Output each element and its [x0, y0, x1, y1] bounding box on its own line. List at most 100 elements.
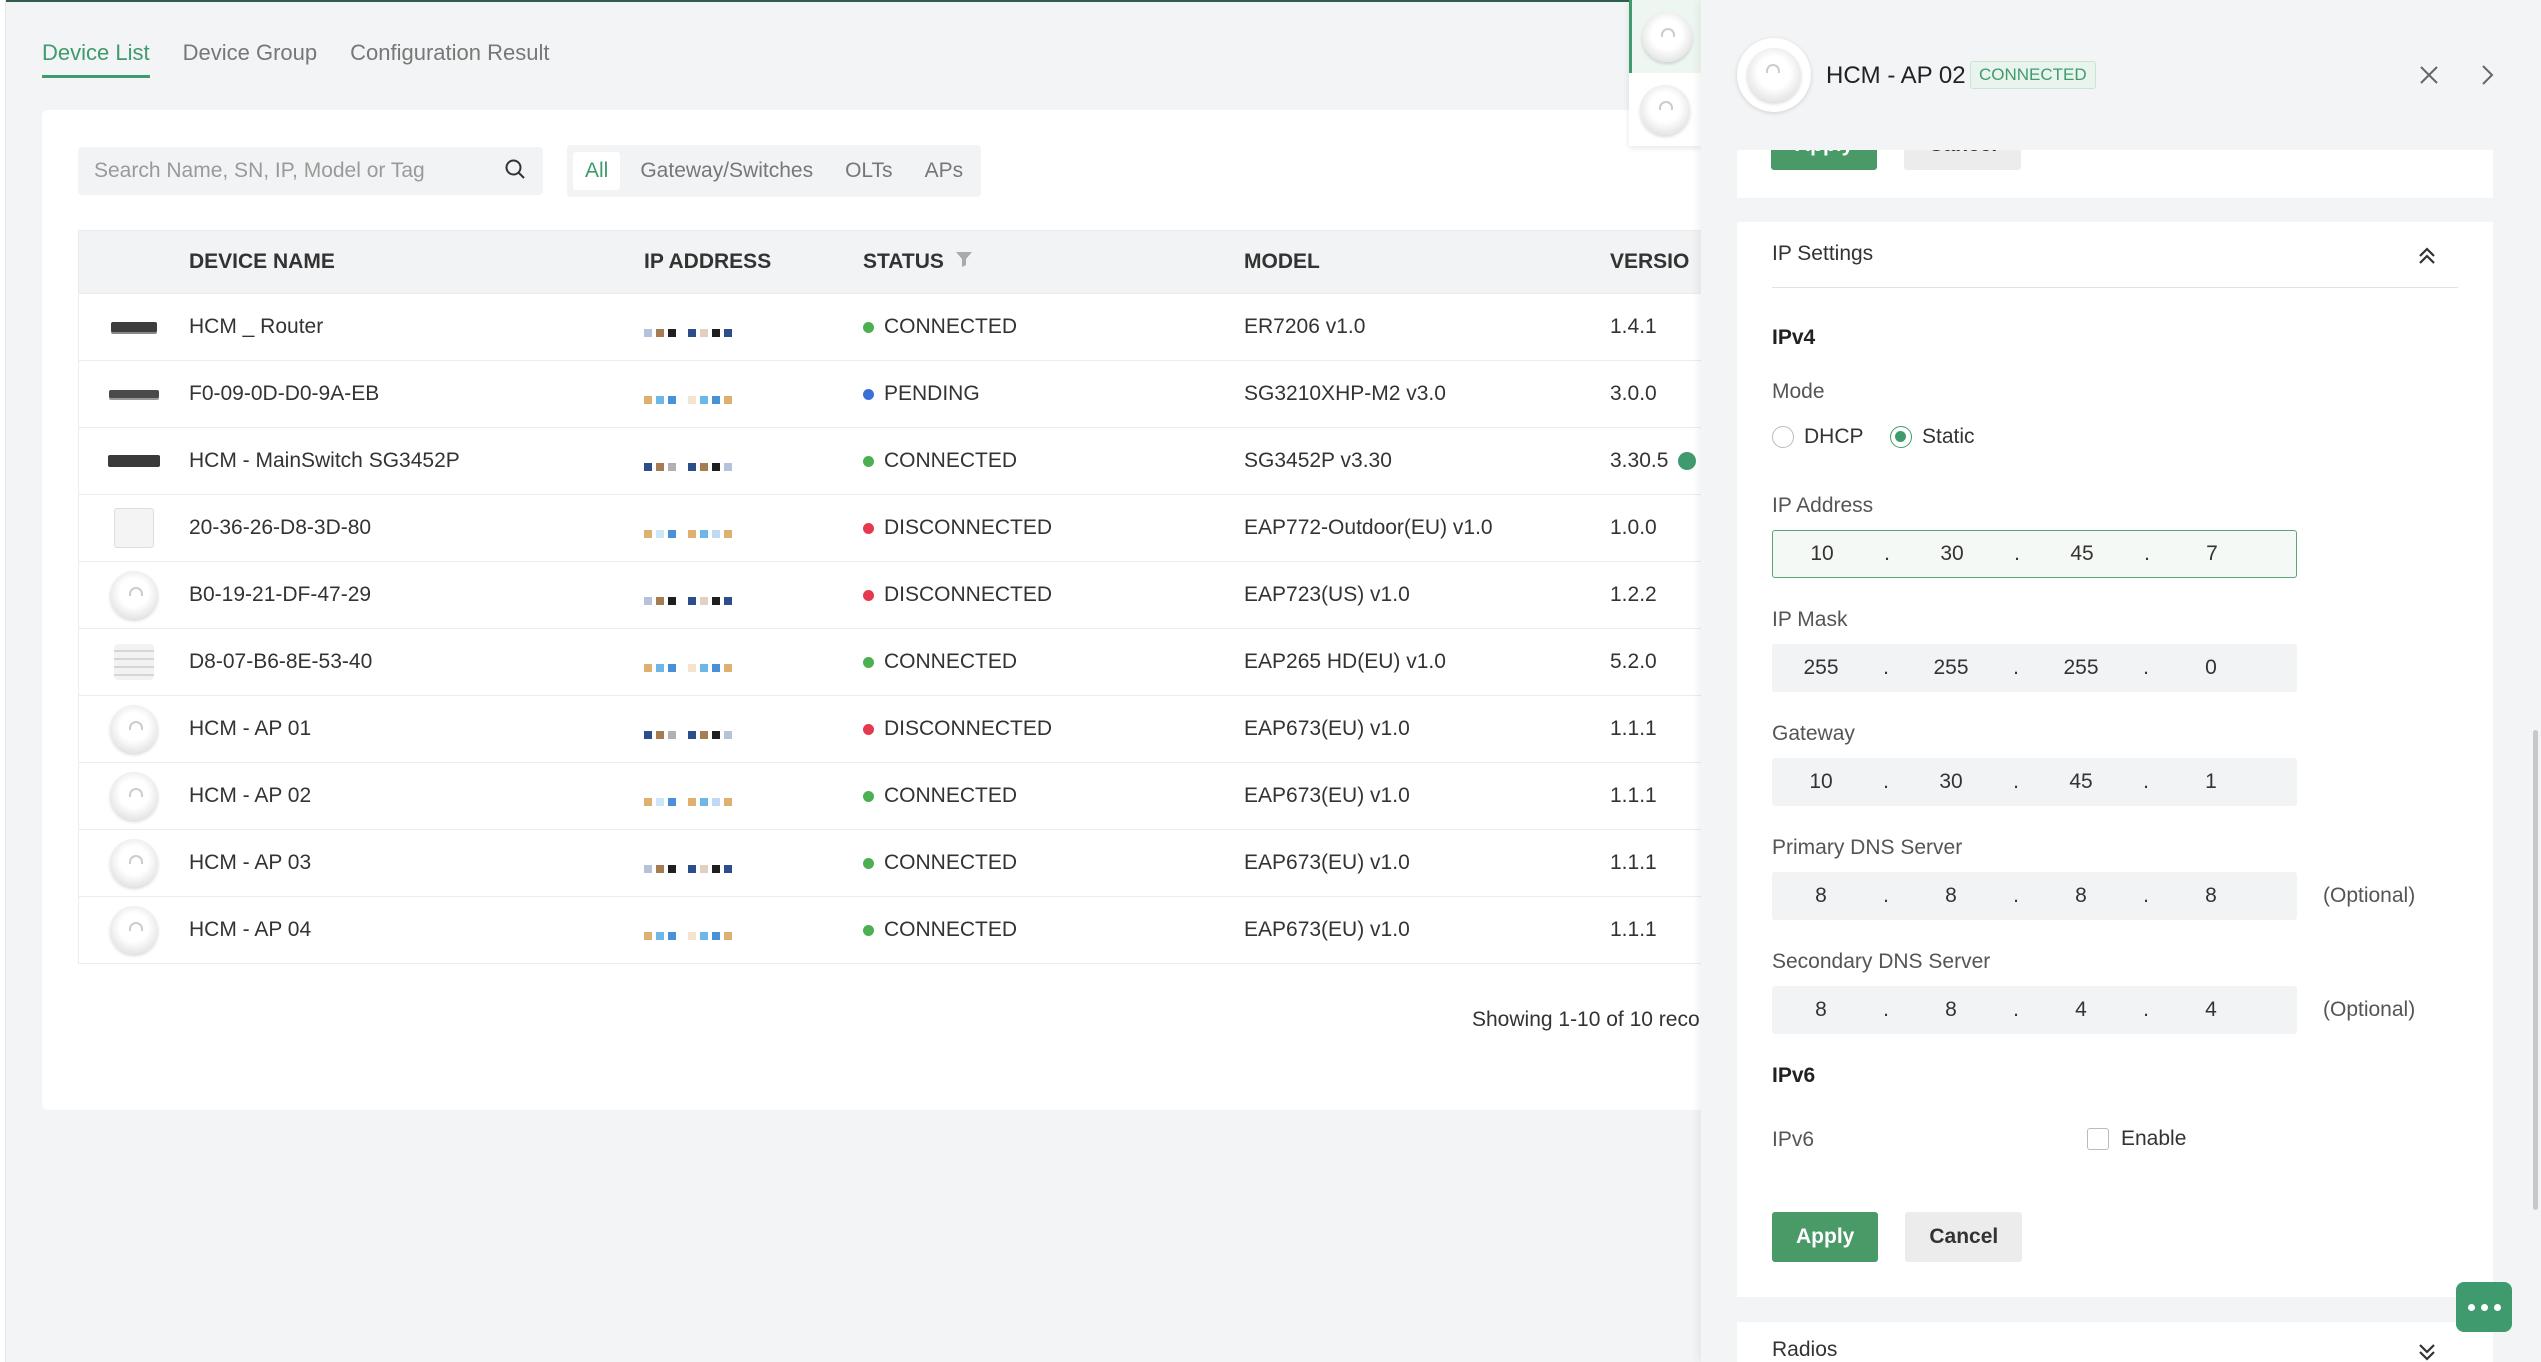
- tab-configuration-result[interactable]: Configuration Result: [350, 40, 549, 78]
- mode-dhcp-radio[interactable]: DHCP: [1772, 425, 1864, 449]
- device-name[interactable]: 20-36-26-D8-3D-80: [189, 516, 644, 540]
- pagination-summary: Showing 1-10 of 10 reco: [1472, 1008, 1700, 1031]
- dns1-octet-4[interactable]: 8: [2162, 884, 2260, 908]
- ip-address-redacted: [644, 920, 863, 940]
- device-name[interactable]: F0-09-0D-D0-9A-EB: [189, 382, 644, 406]
- ip-settings-title[interactable]: IP Settings: [1772, 242, 1873, 266]
- table-row[interactable]: HCM _ Router CONNECTED ER7206 v1.0 1.4.1: [79, 293, 1742, 360]
- search-input[interactable]: [94, 159, 503, 183]
- device-name[interactable]: HCM - AP 04: [189, 918, 644, 942]
- ip-octet-1[interactable]: 10: [1773, 542, 1871, 566]
- dns1-octet-2[interactable]: 8: [1902, 884, 2000, 908]
- ip-address-redacted: [644, 786, 863, 806]
- table-row[interactable]: HCM - MainSwitch SG3452P CONNECTED SG345…: [79, 427, 1742, 494]
- search-icon[interactable]: [503, 157, 527, 186]
- dns2-octet-3[interactable]: 4: [2032, 998, 2130, 1022]
- mode-label: Mode: [1772, 380, 1825, 403]
- radios-panel: Radios: [1737, 1322, 2493, 1362]
- ipv6-enable-checkbox[interactable]: Enable: [2087, 1127, 2186, 1151]
- dns1-octet-1[interactable]: 8: [1772, 884, 1870, 908]
- page-tabs: Device List Device Group Configuration R…: [42, 40, 549, 78]
- ap-device-icon: [1641, 11, 1692, 62]
- device-name[interactable]: HCM - AP 03: [189, 851, 644, 875]
- status-dot: [863, 924, 874, 936]
- dns2-octet-1[interactable]: 8: [1772, 998, 1870, 1022]
- filter-olts[interactable]: OLTs: [833, 152, 904, 190]
- status-text: CONNECTED: [884, 918, 1018, 941]
- ip-mask-field[interactable]: 255. 255. 255. 0: [1772, 644, 2297, 692]
- switch-icon: [109, 390, 159, 398]
- thumb-other-device[interactable]: [1629, 73, 1701, 146]
- chevron-double-down-icon[interactable]: [2415, 1340, 2439, 1362]
- gateway-octet-1[interactable]: 10: [1772, 770, 1870, 794]
- table-row[interactable]: HCM - AP 04 CONNECTED EAP673(EU) v1.0 1.…: [79, 896, 1742, 963]
- device-model: EAP723(US) v1.0: [1244, 583, 1410, 606]
- device-name[interactable]: HCM - AP 01: [189, 717, 644, 741]
- gateway-octet-3[interactable]: 45: [2032, 770, 2130, 794]
- header-status[interactable]: STATUS: [863, 249, 1244, 275]
- ip-settings-actions: Apply Cancel: [1772, 1212, 2023, 1262]
- version-text: 1.2.2: [1610, 583, 1657, 606]
- upgrade-icon[interactable]: [1678, 452, 1697, 470]
- ip-octet-2[interactable]: 30: [1903, 542, 2001, 566]
- device-name[interactable]: HCM - AP 02: [189, 784, 644, 808]
- chevron-double-up-icon[interactable]: [2415, 244, 2439, 268]
- mask-octet-4[interactable]: 0: [2162, 656, 2260, 680]
- chevron-right-icon[interactable]: [2472, 60, 2502, 90]
- tab-device-list[interactable]: Device List: [42, 40, 150, 78]
- dns1-octet-3[interactable]: 8: [2032, 884, 2130, 908]
- ip-octet-3[interactable]: 45: [2033, 542, 2131, 566]
- mask-octet-2[interactable]: 255: [1902, 656, 2000, 680]
- table-row[interactable]: HCM - AP 01 DISCONNECTED EAP673(EU) v1.0…: [79, 695, 1742, 762]
- secondary-dns-optional: (Optional): [2323, 998, 2416, 1021]
- dns2-octet-4[interactable]: 4: [2162, 998, 2260, 1022]
- ip-address-redacted: [644, 384, 863, 404]
- device-name[interactable]: HCM - MainSwitch SG3452P: [189, 449, 644, 473]
- header-model[interactable]: MODEL: [1244, 250, 1610, 274]
- version-text: 1.1.1: [1610, 717, 1657, 740]
- device-model: EAP673(EU) v1.0: [1244, 784, 1410, 807]
- table-row[interactable]: F0-09-0D-D0-9A-EB PENDING SG3210XHP-M2 v…: [79, 360, 1742, 427]
- ip-address-field[interactable]: 10. 30. 45. 7: [1772, 530, 2297, 578]
- device-name[interactable]: D8-07-B6-8E-53-40: [189, 650, 644, 674]
- device-model: EAP673(EU) v1.0: [1244, 918, 1410, 941]
- table-row[interactable]: HCM - AP 03 CONNECTED EAP673(EU) v1.0 1.…: [79, 829, 1742, 896]
- gateway-field[interactable]: 10. 30. 45. 1: [1772, 758, 2297, 806]
- tab-device-group[interactable]: Device Group: [183, 40, 318, 78]
- filter-all[interactable]: All: [573, 152, 621, 190]
- mask-octet-3[interactable]: 255: [2032, 656, 2130, 680]
- close-icon[interactable]: [2414, 60, 2444, 90]
- header-status-label: STATUS: [863, 250, 944, 273]
- filter-aps[interactable]: APs: [913, 152, 976, 190]
- mode-static-radio[interactable]: Static: [1890, 425, 1975, 449]
- thumb-current-device[interactable]: [1629, 0, 1701, 73]
- device-name[interactable]: HCM _ Router: [189, 315, 644, 339]
- header-device-name[interactable]: DEVICE NAME: [189, 250, 644, 274]
- device-status: CONNECTED: [863, 784, 1244, 808]
- status-text: DISCONNECTED: [884, 516, 1053, 539]
- mask-octet-1[interactable]: 255: [1772, 656, 1870, 680]
- device-name[interactable]: B0-19-21-DF-47-29: [189, 583, 644, 607]
- device-status: PENDING: [863, 382, 1244, 406]
- ipv6-enable-label: Enable: [2121, 1127, 2187, 1150]
- table-row[interactable]: HCM - AP 02 CONNECTED EAP673(EU) v1.0 1.…: [79, 762, 1742, 829]
- apply-button[interactable]: Apply: [1772, 1212, 1879, 1262]
- dns2-octet-2[interactable]: 8: [1902, 998, 2000, 1022]
- radios-title[interactable]: Radios: [1772, 1338, 1837, 1362]
- gateway-octet-4[interactable]: 1: [2162, 770, 2260, 794]
- ip-octet-4[interactable]: 7: [2163, 542, 2261, 566]
- gateway-octet-2[interactable]: 30: [1902, 770, 2000, 794]
- table-row[interactable]: 20-36-26-D8-3D-80 DISCONNECTED EAP772-Ou…: [79, 494, 1742, 561]
- ip-address-redacted: [644, 652, 863, 672]
- cancel-button[interactable]: Cancel: [1905, 1212, 2023, 1262]
- chat-support-icon[interactable]: [2456, 1282, 2512, 1332]
- drawer-scrollbar[interactable]: [2533, 730, 2538, 1210]
- table-row[interactable]: D8-07-B6-8E-53-40 CONNECTED EAP265 HD(EU…: [79, 628, 1742, 695]
- filter-gateway-switches[interactable]: Gateway/Switches: [628, 152, 825, 190]
- status-text: DISCONNECTED: [884, 583, 1053, 606]
- secondary-dns-field[interactable]: 8. 8. 4. 4: [1772, 986, 2297, 1034]
- header-ip-address[interactable]: IP ADDRESS: [644, 250, 863, 274]
- filter-funnel-icon[interactable]: [954, 249, 974, 275]
- primary-dns-field[interactable]: 8. 8. 8. 8: [1772, 872, 2297, 920]
- table-row[interactable]: B0-19-21-DF-47-29 DISCONNECTED EAP723(US…: [79, 561, 1742, 628]
